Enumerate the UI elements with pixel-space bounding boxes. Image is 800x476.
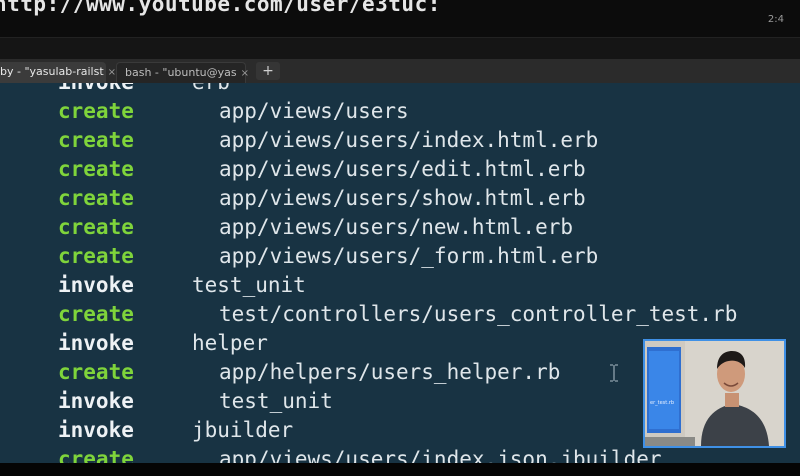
terminal-line: create app/views/users/_form.html.erb	[0, 242, 800, 271]
terminal-path: app/views/users/show.html.erb	[219, 186, 586, 210]
clock-label: 2:4	[767, 14, 784, 25]
terminal-verb: create	[58, 447, 134, 463]
terminal-verb: invoke	[58, 331, 134, 355]
terminal-verb: invoke	[58, 418, 134, 442]
terminal-line: create app/views/users/edit.html.erb	[0, 155, 800, 184]
terminal-path: test_unit	[219, 389, 333, 413]
terminal-verb: invoke	[58, 273, 134, 297]
terminal-verb: invoke	[58, 83, 134, 97]
bottom-band	[0, 463, 800, 476]
monitor-text: er_test.rb	[650, 400, 674, 406]
terminal-line: create app/views/users	[0, 97, 800, 126]
tab-label: bash - "ubuntu@yas	[125, 66, 237, 79]
browser-url-strip: http://www.youtube.com/user/e3tuc: 2:4	[0, 0, 800, 37]
terminal-verb: create	[58, 360, 134, 384]
screen: http://www.youtube.com/user/e3tuc: 2:4 b…	[0, 0, 800, 476]
close-icon[interactable]: ×	[241, 68, 249, 79]
url-text[interactable]: http://www.youtube.com/user/e3tuc:	[0, 0, 441, 16]
terminal-verb: create	[58, 128, 134, 152]
terminal-line: invoke test_unit	[0, 271, 800, 300]
terminal-path: app/views/users/index.html.erb	[219, 128, 599, 152]
text-cursor-icon	[610, 364, 618, 382]
terminal-verb: create	[58, 215, 134, 239]
terminal-verb: invoke	[58, 389, 134, 413]
terminal-verb: create	[58, 244, 134, 268]
terminal-path: app/views/users/index.json.jbuilder	[219, 447, 662, 463]
terminal-verb: create	[58, 99, 134, 123]
terminal-tab-bar: by - "yasulab-railst × bash - "ubuntu@yas…	[0, 59, 800, 84]
terminal-path: helper	[192, 331, 268, 355]
terminal-path: app/helpers/users_helper.rb	[219, 360, 561, 384]
tab-label: by - "yasulab-railst	[0, 65, 104, 78]
tab-bash[interactable]: bash - "ubuntu@yas ×	[116, 62, 249, 83]
terminal-line: create app/views/users/new.html.erb	[0, 213, 800, 242]
toolbar-strip	[0, 37, 800, 60]
close-icon[interactable]: ×	[108, 67, 116, 78]
terminal-verb: create	[58, 186, 134, 210]
terminal-path: app/views/users/edit.html.erb	[219, 157, 586, 181]
terminal-line: create app/views/users/index.html.erb	[0, 126, 800, 155]
terminal-path: app/views/users/_form.html.erb	[219, 244, 599, 268]
terminal-line: create app/views/users/show.html.erb	[0, 184, 800, 213]
terminal-path: app/views/users	[219, 99, 409, 123]
new-tab-button[interactable]: +	[256, 62, 280, 80]
terminal-path: jbuilder	[192, 418, 294, 442]
terminal-path: test_unit	[192, 273, 306, 297]
webcam-overlay: er_test.rb	[643, 339, 786, 448]
terminal-line: invoke erb	[0, 83, 800, 97]
terminal-verb: create	[58, 302, 134, 326]
terminal-line: create test/controllers/users_controller_…	[0, 300, 800, 329]
terminal-path: test/controllers/users_controller_test.r…	[219, 302, 738, 326]
terminal-path: app/views/users/new.html.erb	[219, 215, 574, 239]
terminal-verb: create	[58, 157, 134, 181]
terminal-path: erb	[192, 83, 230, 97]
tab-rails[interactable]: by - "yasulab-railst ×	[0, 62, 116, 83]
